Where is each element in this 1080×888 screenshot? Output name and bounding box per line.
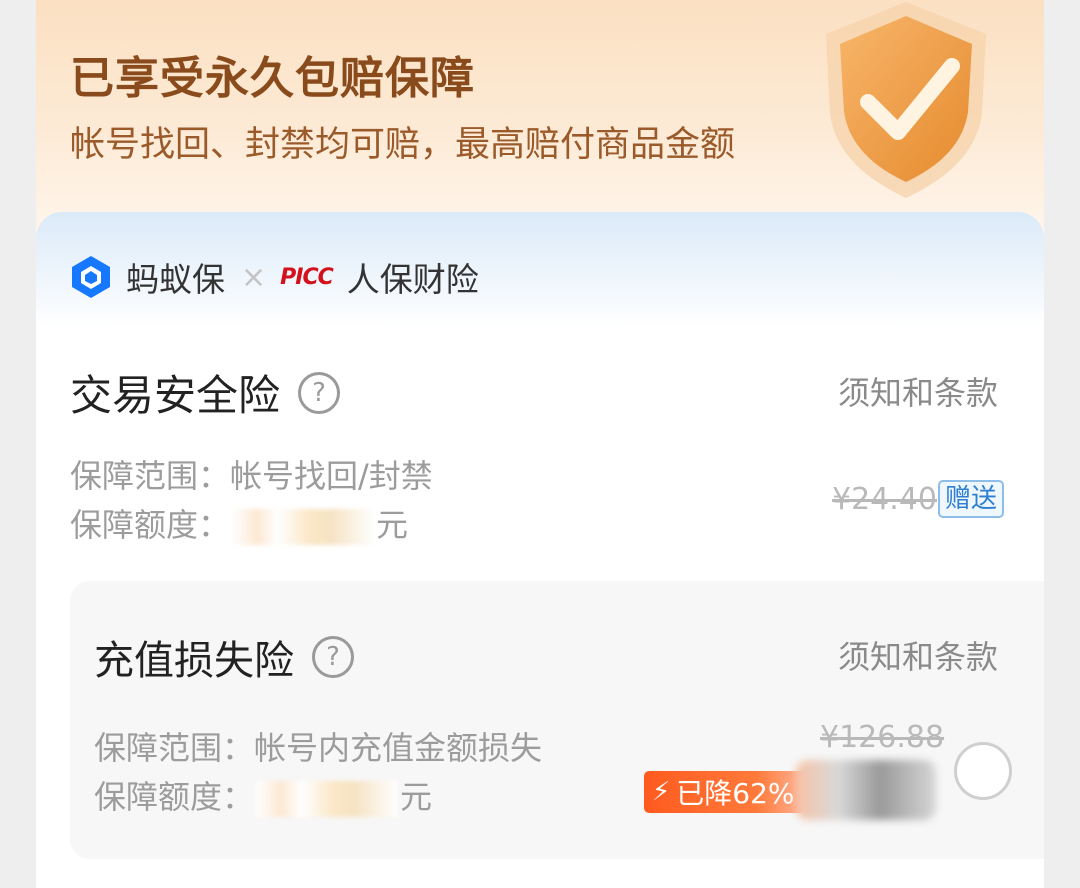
trade-safety-scope: 保障范围：帐号找回/封禁 [70,457,433,495]
picc-logo: PICC [280,264,334,290]
blurred-amount [232,509,375,545]
blurred-amount [256,781,399,817]
trade-safety-insurance-label: 交易安全险 [70,371,281,420]
recharge-loss-terms-link[interactable]: 须知和条款 [838,632,998,678]
blurred-price [796,760,936,820]
amount-prefix: 保障额度： [94,778,255,816]
recharge-loss-insurance-title: 充值损失险 ? [94,628,354,686]
partner-brands: 蚂蚁保 × PICC 人保财险 [68,252,479,302]
gift-tag: 赠送 [938,480,1005,518]
lightning-icon: ⚡ [652,777,671,807]
trade-safety-insurance-title: 交易安全险 ? [70,362,341,423]
amount-prefix: 保障额度： [70,506,231,544]
picc-name: 人保财险 [346,260,479,299]
trade-safety-amount: 保障额度： 元 [70,501,408,549]
select-radio[interactable] [954,742,1012,800]
help-icon[interactable]: ? [298,371,341,414]
ant-insurance-name: 蚂蚁保 [126,260,225,299]
recharge-loss-amount: 保障额度： 元 [94,773,432,821]
trade-safety-terms-link[interactable]: 须知和条款 [838,368,998,414]
banner-subtitle: 帐号找回、封禁均可赔，最高赔付商品金额 [70,125,736,165]
help-icon[interactable]: ? [312,636,354,678]
insurance-page: 已享受永久包赔保障 帐号找回、封禁均可赔，最高赔付商品金额 蚂蚁保 × PICC… [36,0,1044,888]
recharge-loss-insurance-label: 充值损失险 [94,638,294,684]
amount-suffix: 元 [400,778,433,816]
banner-title: 已享受永久包赔保障 [70,53,475,104]
trade-safety-old-price: ¥24.40 [832,482,937,517]
ant-insurance-logo-icon [72,256,110,298]
discount-text: 已降62% [676,777,795,810]
discount-badge: ⚡ 已降62% [644,771,805,813]
brand-separator: × [241,259,267,295]
amount-suffix: 元 [376,506,409,544]
recharge-loss-scope: 保障范围：帐号内充值金额损失 [94,729,543,767]
shield-check-icon [826,2,986,198]
recharge-loss-old-price: ¥126.88 [820,720,945,755]
